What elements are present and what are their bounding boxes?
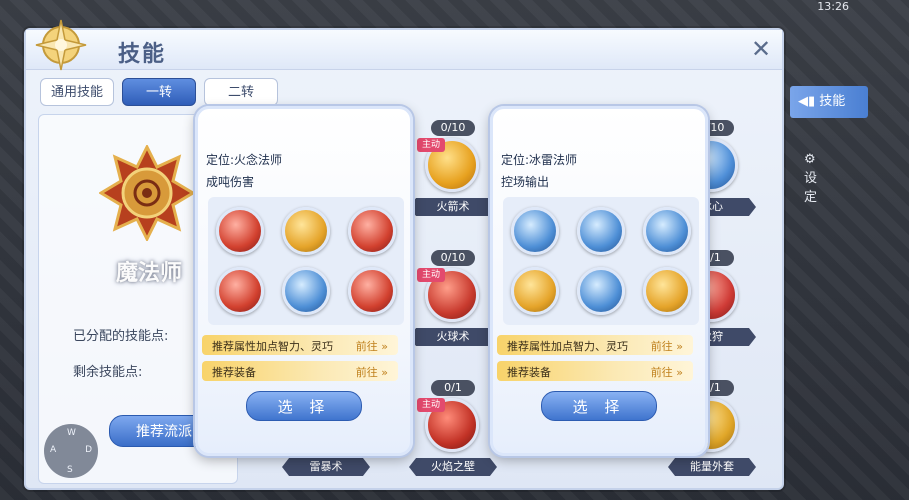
- recommended-equipment-row[interactable]: 推荐装备 前往 »: [497, 361, 693, 381]
- build-popup-fire: 定位:火念法师 成吨伤害 推荐属性加点智力、灵巧 前往 » 推荐装备 前往 » …: [195, 81, 413, 456]
- skill-slot[interactable]: 0/1 主动 火焰之壁: [409, 380, 497, 480]
- window-header: 技能 ✕: [26, 19, 782, 71]
- goto-link[interactable]: 前往 »: [356, 364, 388, 380]
- side-skill-label: 技能: [819, 94, 846, 109]
- build-popup-ice: 定位:冰雷法师 控场输出 推荐属性加点智力、灵巧 前往 » 推荐装备 前往 » …: [490, 81, 708, 456]
- recommended-attributes-row[interactable]: 推荐属性加点智力、灵巧 前往 »: [497, 335, 693, 355]
- skill-name: 能量外套: [668, 458, 756, 476]
- skill-level-count: 0/1: [431, 380, 475, 396]
- popup-role: 定位:火念法师: [206, 153, 283, 167]
- skill-slot[interactable]: 0/10 主动 火箭术: [409, 120, 497, 220]
- side-settings-label: 设定: [804, 171, 818, 205]
- recommended-attributes-row[interactable]: 推荐属性加点智力、灵巧 前往 »: [202, 335, 398, 355]
- recommended-attributes-label: 推荐属性加点智力、灵巧: [212, 340, 333, 353]
- fire-arrow-skill-icon: [282, 207, 330, 255]
- close-icon[interactable]: ✕: [748, 36, 774, 62]
- fire-wall-skill-icon: [216, 267, 264, 315]
- lightning-skill-icon: [511, 267, 559, 315]
- energy-coat-skill-icon: [643, 267, 691, 315]
- skill-name: 火焰之壁: [409, 458, 497, 476]
- skill-name: 火球术: [409, 328, 497, 346]
- active-tag: 主动: [417, 268, 445, 282]
- joystick-a: A: [50, 445, 57, 455]
- popup-role: 定位:冰雷法师: [501, 153, 578, 167]
- recommended-attributes-label: 推荐属性加点智力、灵巧: [507, 340, 628, 353]
- fireball-skill-icon: [348, 207, 396, 255]
- skill-level-count: 0/10: [431, 250, 475, 266]
- joystick-s: S: [67, 465, 73, 475]
- popup-skill-grid: [503, 197, 699, 325]
- select-button[interactable]: 选 择: [541, 391, 657, 421]
- status-bar-time: 13:26: [817, 0, 849, 13]
- recommended-equipment-label: 推荐装备: [507, 366, 551, 379]
- skill-name: 火箭术: [409, 198, 497, 216]
- recommended-equipment-label: 推荐装备: [212, 366, 256, 379]
- fire-orbs-skill-icon: [216, 207, 264, 255]
- goto-link[interactable]: 前往 »: [356, 338, 388, 354]
- joystick-w: W: [67, 428, 76, 438]
- select-button[interactable]: 选 择: [246, 391, 362, 421]
- popup-description: 成吨伤害: [206, 175, 255, 189]
- recommended-equipment-row[interactable]: 推荐装备 前往 »: [202, 361, 398, 381]
- popup-skill-grid: [208, 197, 404, 325]
- skill-menu-icon: ◀▮: [798, 94, 820, 109]
- frost-nova-skill-icon: [577, 267, 625, 315]
- tab-common-skills[interactable]: 通用技能: [40, 78, 114, 106]
- ice-bolt-skill-icon: [511, 207, 559, 255]
- joystick-d: D: [85, 445, 92, 455]
- remaining-points-row: 剩余技能点: 0: [73, 361, 201, 381]
- ice-crystal-skill-icon: [282, 267, 330, 315]
- goto-link[interactable]: 前往 »: [651, 364, 683, 380]
- allocated-points-label: 已分配的技能点:: [73, 329, 169, 344]
- side-settings-button[interactable]: ⚙ 设定: [804, 152, 817, 205]
- remaining-points-label: 剩余技能点:: [73, 365, 143, 380]
- active-tag: 主动: [417, 398, 445, 412]
- skill-name: 雷暴术: [282, 458, 370, 476]
- mage-class-emblem-icon: [99, 145, 195, 241]
- movement-joystick[interactable]: W A D S: [44, 424, 98, 478]
- tab-second-job[interactable]: 二转: [204, 78, 278, 106]
- popup-description: 控场输出: [501, 175, 550, 189]
- star-emblem-icon: [35, 19, 87, 71]
- skill-level-count: 0/10: [431, 120, 475, 136]
- ice-spike-skill-icon: [643, 207, 691, 255]
- goto-link[interactable]: 前往 »: [651, 338, 683, 354]
- side-skill-button[interactable]: ◀▮ 技能: [790, 86, 868, 118]
- ice-storm-skill-icon: [577, 207, 625, 255]
- window-title: 技能: [118, 42, 167, 67]
- tab-first-job[interactable]: 一转: [122, 78, 196, 106]
- active-tag: 主动: [417, 138, 445, 152]
- gear-icon: ⚙: [804, 152, 816, 167]
- fire-hunt-skill-icon: [348, 267, 396, 315]
- skill-slot[interactable]: 0/10 主动 火球术: [409, 250, 497, 350]
- allocated-points-row: 已分配的技能点: 0: [73, 325, 201, 345]
